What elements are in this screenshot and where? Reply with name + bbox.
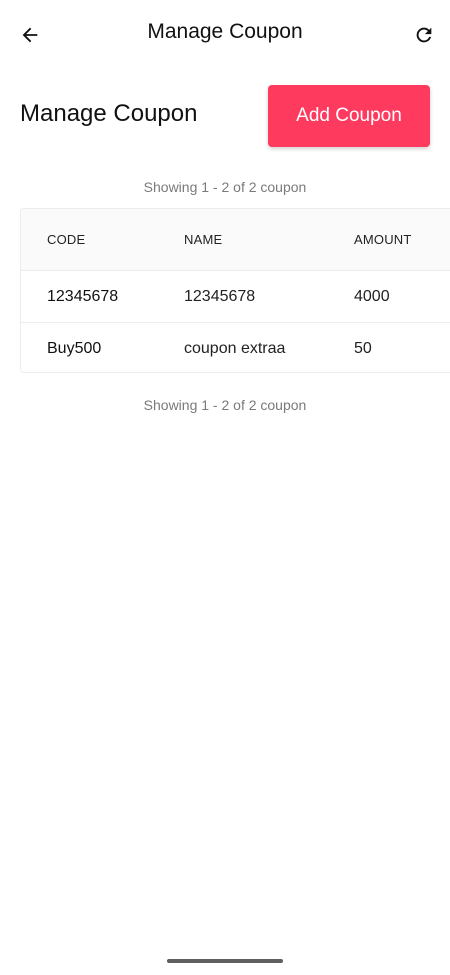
table-row[interactable]: 12345678 12345678 4000 [21,271,450,323]
pagination-summary-bottom: Showing 1 - 2 of 2 coupon [143,397,307,413]
coupon-code-cell: Buy500 [47,339,102,357]
table-header-row: CODE NAME AMOUNT [21,209,450,271]
coupon-code-cell: 12345678 [47,287,119,305]
column-header-code: CODE [47,232,86,247]
refresh-button[interactable] [404,15,444,55]
page-title: Manage Coupon [20,100,198,127]
app-bar-title: Manage Coupon [147,20,303,43]
coupon-table: CODE NAME AMOUNT 12345678 12345678 4000 … [20,208,450,373]
column-header-amount: AMOUNT [354,232,412,247]
coupon-amount-cell: 50 [354,339,372,357]
app-bar: Manage Coupon [0,0,450,70]
pagination-summary-top: Showing 1 - 2 of 2 coupon [143,179,307,195]
column-header-name: NAME [184,232,223,247]
table-row[interactable]: Buy500 coupon extraa 50 [21,323,450,372]
add-coupon-button[interactable]: Add Coupon [268,85,430,147]
coupon-amount-cell: 4000 [354,287,390,305]
coupon-name-cell: coupon extraa [184,339,286,357]
refresh-icon [416,27,432,43]
coupon-name-cell: 12345678 [184,287,256,305]
home-indicator[interactable] [167,959,283,963]
